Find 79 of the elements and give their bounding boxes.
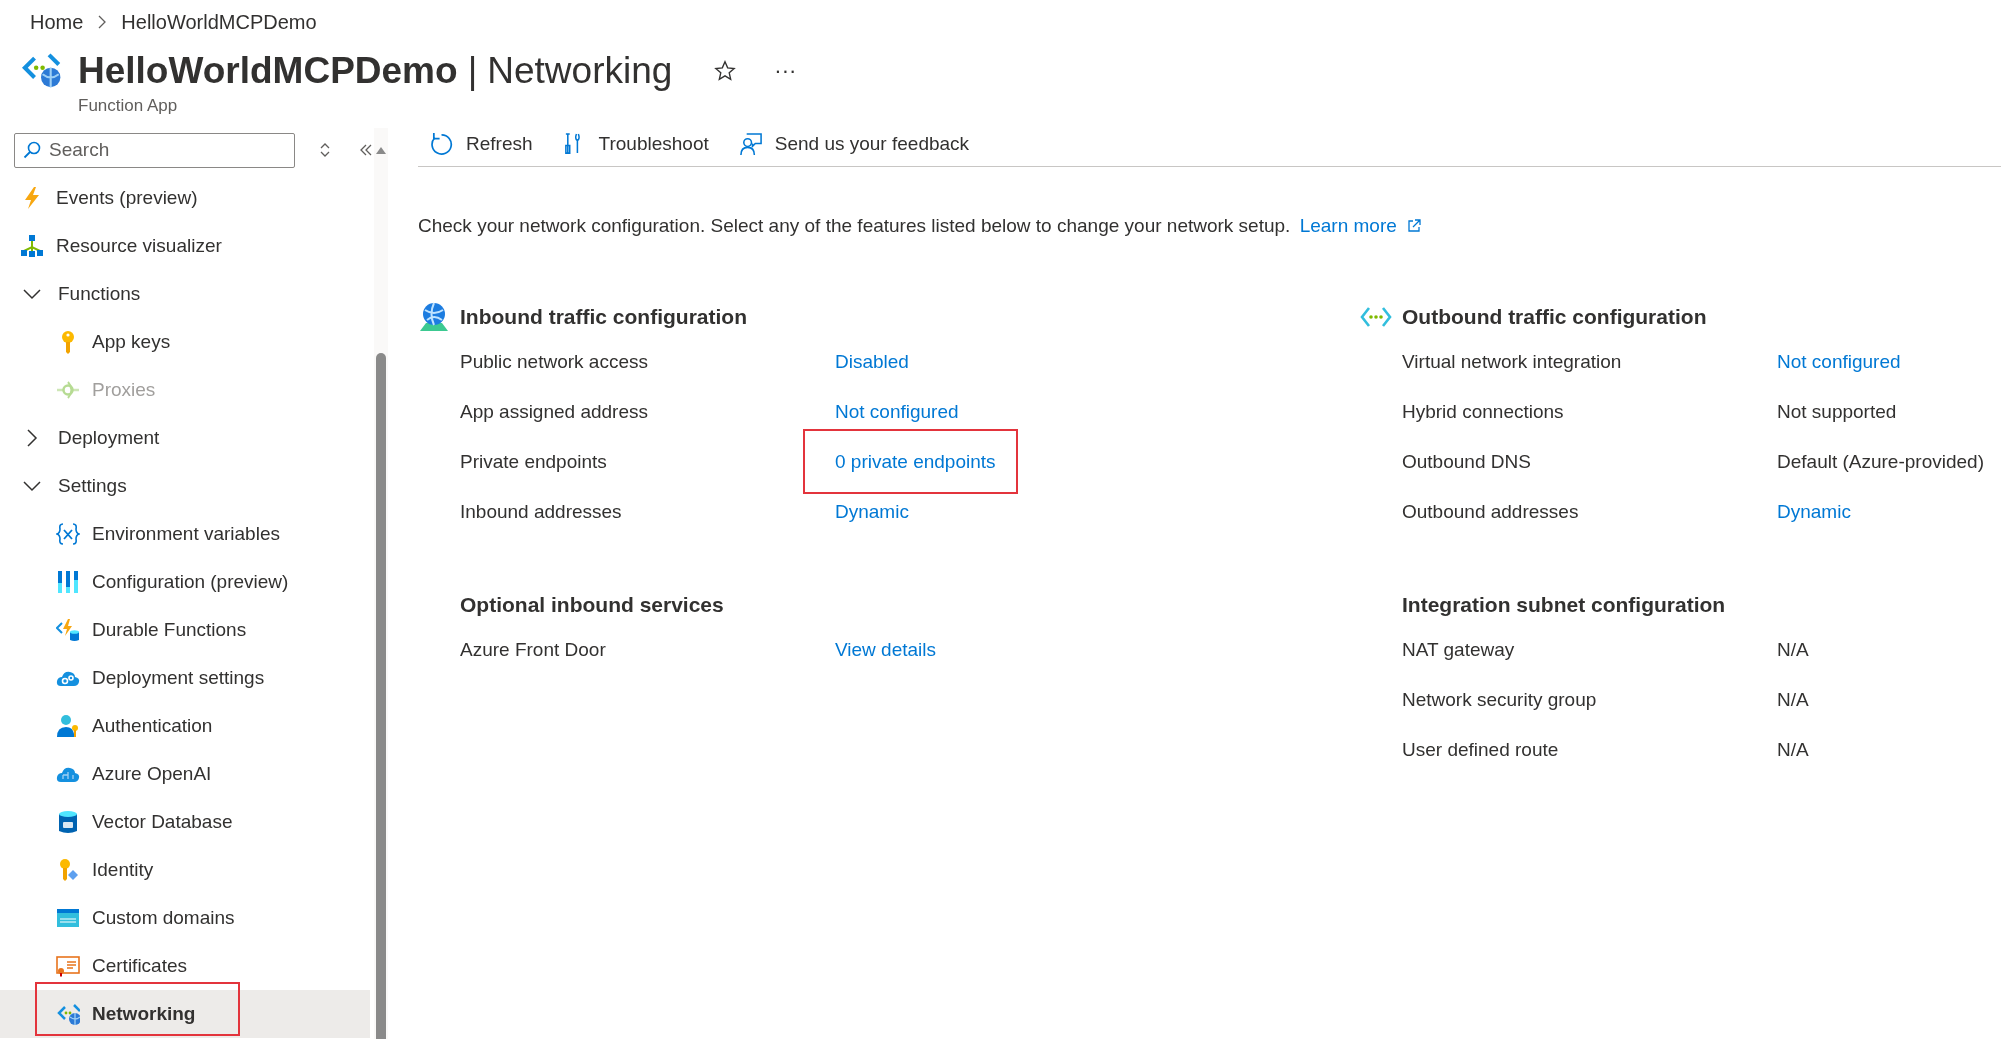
value-link[interactable]: 0 private endpoints: [835, 451, 996, 472]
sidebar-item[interactable]: Functions: [0, 270, 370, 318]
field-value: N/A: [1777, 639, 1809, 660]
bolt-database-icon: [56, 618, 80, 642]
section-heading: Optional inbound services: [460, 593, 724, 617]
section-heading: Inbound traffic configuration: [460, 305, 747, 329]
sidebar-item[interactable]: Custom domains: [0, 894, 370, 942]
breadcrumb-link[interactable]: Home: [30, 10, 84, 34]
field-label: Virtual network integration: [1402, 351, 1623, 373]
field-label: Outbound addresses: [1402, 501, 1580, 523]
section-heading: Integration subnet configuration: [1402, 593, 1726, 617]
sidebar-item[interactable]: Identity: [0, 846, 370, 894]
field-label: Azure Front Door: [460, 639, 607, 661]
globe-icon: [418, 301, 450, 333]
resource-name: HelloWorldMCPDemo: [78, 50, 458, 91]
double-chevron-left-icon: [359, 143, 373, 157]
code-brackets-icon: [1360, 306, 1392, 328]
hierarchy-icon: [20, 234, 44, 258]
value-link[interactable]: Dynamic: [1777, 501, 1851, 522]
sidebar-item[interactable]: Configuration (preview): [0, 558, 370, 606]
sidebar-item[interactable]: Environment variables: [0, 510, 370, 558]
value-link[interactable]: Not configured: [835, 401, 959, 422]
sidebar-item[interactable]: Vector Database: [0, 798, 370, 846]
more-button[interactable]: ···: [770, 56, 801, 86]
sidebar-item[interactable]: Networking: [0, 990, 370, 1038]
section-heading: Outbound traffic configuration: [1402, 305, 1707, 329]
value-link[interactable]: Dynamic: [835, 501, 909, 522]
field-label: Outbound DNS: [1402, 451, 1532, 473]
field-label: User defined route: [1402, 739, 1560, 761]
sidebar-item[interactable]: Settings: [0, 462, 370, 510]
scrollbar[interactable]: [374, 128, 388, 1039]
title-separator: |: [467, 50, 478, 91]
sidebar-item[interactable]: Azure OpenAI: [0, 750, 370, 798]
field-label: Network security group: [1402, 689, 1598, 711]
braces-variable-icon: [56, 522, 80, 546]
resource-type: Function App: [78, 96, 179, 116]
web-window-icon: [56, 906, 80, 930]
up-down-icon: [319, 142, 331, 158]
field-label: Private endpoints: [460, 451, 608, 473]
value-link[interactable]: Disabled: [835, 351, 909, 372]
field-value: N/A: [1777, 689, 1809, 710]
scroll-up-icon: [375, 145, 387, 155]
field-value: N/A: [1777, 739, 1809, 760]
network-globe-icon: [56, 1002, 80, 1026]
intro-text: Check your network configuration. Select any of the features listed below to change your network setup. Learn more: [418, 215, 2001, 237]
external-link-icon: [1406, 219, 1421, 233]
refresh-icon: [430, 132, 454, 156]
field-value: Default (Azure-provided): [1777, 451, 1984, 472]
chevron-right-icon: [97, 15, 108, 29]
search-field[interactable]: Search: [14, 132, 295, 168]
person-chat-icon: [738, 132, 763, 156]
database-icon: [56, 810, 80, 834]
search-icon: [23, 140, 41, 159]
field-label: NAT gateway: [1402, 639, 1516, 661]
field-label: Public network access: [460, 351, 649, 373]
certificate-icon: [56, 954, 80, 978]
sidebar-item[interactable]: Resource visualizer: [0, 222, 370, 270]
value-link[interactable]: Not configured: [1777, 351, 1901, 372]
value-link[interactable]: View details: [835, 639, 937, 660]
learn-more-link[interactable]: Learn more: [1299, 215, 1421, 237]
sidebar-item[interactable]: Events (preview): [0, 174, 370, 222]
breadcrumb-link[interactable]: HelloWorldMCPDemo: [121, 10, 317, 34]
sliders-icon: [56, 570, 80, 594]
sidebar-item[interactable]: Deployment settings: [0, 654, 370, 702]
sidebar-item[interactable]: App keys: [0, 318, 370, 366]
sidebar-item[interactable]: Durable Functions: [0, 606, 370, 654]
user-key-icon: [56, 714, 80, 738]
page-name: Networking: [487, 50, 673, 91]
feedback-button[interactable]: Send us your feedback: [736, 128, 972, 160]
refresh-button[interactable]: Refresh: [428, 128, 535, 160]
field-value: Not supported: [1777, 401, 1897, 422]
sidebar-item[interactable]: Authentication: [0, 702, 370, 750]
field-label: Hybrid connections: [1402, 401, 1565, 423]
star-icon: [714, 60, 737, 82]
sidebar-item[interactable]: Deployment: [0, 414, 370, 462]
sidebar-item[interactable]: Certificates: [0, 942, 370, 990]
troubleshoot-button[interactable]: Troubleshoot: [560, 128, 711, 160]
field-label: App assigned address: [460, 401, 649, 423]
field-label: Inbound addresses: [460, 501, 623, 523]
